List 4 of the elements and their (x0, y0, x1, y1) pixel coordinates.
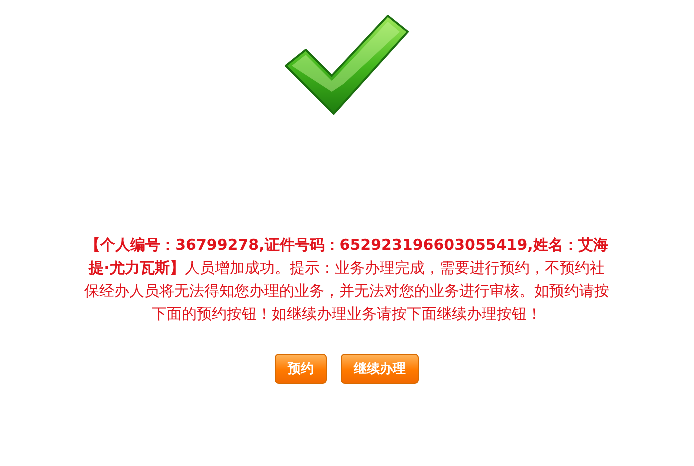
success-message: 【个人编号：36799278,证件号码：652923196603055419,姓名：艾海提·尤力瓦斯】人员增加成功。提示：业务办理完成，需要进行预约，不预约社保经办人员将无法得知您办理的业务，并无法对您的业务进行审核。如预约请按下面的预约按钮！如继续办理业务请按下面继续办理按钮！ (84, 235, 610, 325)
checkmark-icon (284, 14, 410, 116)
reserve-button[interactable]: 预约 (275, 354, 327, 384)
continue-button[interactable]: 继续办理 (341, 354, 419, 384)
